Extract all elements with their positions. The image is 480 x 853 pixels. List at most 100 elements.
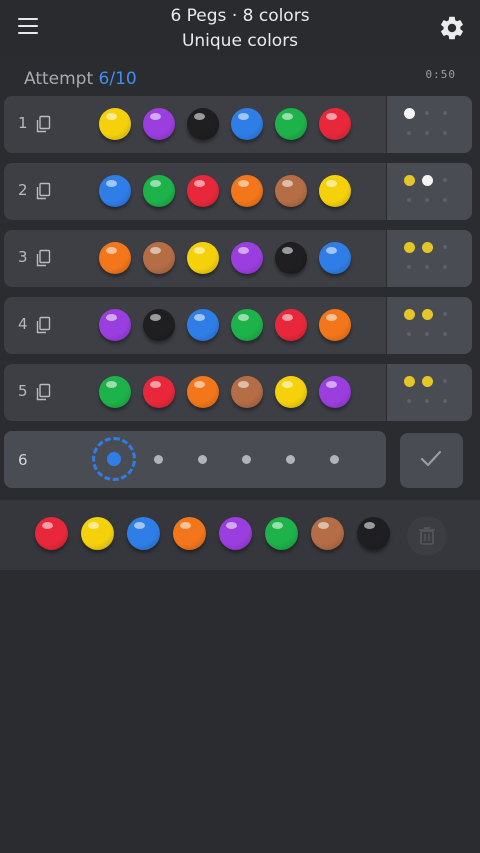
feedback-correct-peg	[422, 309, 433, 320]
feedback-panel	[386, 230, 472, 287]
feedback-correct-peg	[404, 242, 415, 253]
palette-peg-purple[interactable]	[219, 517, 252, 550]
peg-red	[319, 108, 351, 140]
feedback-empty-slot	[443, 379, 447, 383]
attempt-count: 6/10	[98, 69, 137, 89]
peg-brown	[143, 242, 175, 274]
guess-slot[interactable]	[197, 454, 207, 464]
peg-red	[143, 376, 175, 408]
palette-peg-orange[interactable]	[173, 517, 206, 550]
feedback-correct-peg	[422, 242, 433, 253]
feedback-empty-slot	[425, 332, 429, 336]
peg-purple	[143, 108, 175, 140]
feedback-correct-peg	[404, 376, 415, 387]
peg-green	[231, 309, 263, 341]
feedback-empty-slot	[443, 312, 447, 316]
row-number: 6	[18, 451, 28, 469]
feedback-panel	[386, 364, 472, 421]
feedback-empty-slot	[443, 131, 447, 135]
timer: 0:50	[425, 68, 456, 81]
copy-icon[interactable]	[34, 383, 52, 401]
row-number: 3	[18, 248, 28, 266]
palette-peg-brown[interactable]	[311, 517, 344, 550]
feedback-empty-slot	[443, 178, 447, 182]
palette-peg-green[interactable]	[265, 517, 298, 550]
submit-guess-button[interactable]	[400, 433, 463, 488]
feedback-correct-peg	[422, 376, 433, 387]
peg-brown	[275, 175, 307, 207]
row-number: 4	[18, 315, 28, 333]
attempt-indicator: Attempt 6/10	[24, 69, 137, 89]
guess-row: 4	[4, 297, 472, 354]
current-guess-row: 6	[4, 431, 386, 488]
peg-purple	[319, 376, 351, 408]
peg-red	[275, 309, 307, 341]
feedback-panel	[386, 163, 472, 220]
peg-purple	[231, 242, 263, 274]
peg-purple	[99, 309, 131, 341]
guess-row: 3	[4, 230, 472, 287]
attempt-label: Attempt	[24, 69, 94, 89]
peg-orange	[99, 242, 131, 274]
guess-slot-selected[interactable]	[107, 452, 121, 466]
row-number: 5	[18, 382, 28, 400]
feedback-misplaced-peg	[404, 108, 415, 119]
guess-slot[interactable]	[153, 454, 163, 464]
copy-icon[interactable]	[34, 182, 52, 200]
feedback-panel	[386, 297, 472, 354]
peg-blue	[231, 108, 263, 140]
feedback-empty-slot	[425, 198, 429, 202]
row-number: 1	[18, 114, 28, 132]
palette-peg-red[interactable]	[35, 517, 68, 550]
feedback-empty-slot	[425, 399, 429, 403]
peg-brown	[231, 376, 263, 408]
peg-yellow	[319, 175, 351, 207]
peg-orange	[319, 309, 351, 341]
guess-row: 1	[4, 96, 472, 153]
feedback-empty-slot	[443, 399, 447, 403]
guess-slot[interactable]	[285, 454, 295, 464]
guess-slot[interactable]	[241, 454, 251, 464]
peg-green	[99, 376, 131, 408]
game-title: 6 Pegs · 8 colors	[170, 6, 310, 26]
copy-icon[interactable]	[34, 316, 52, 334]
feedback-misplaced-peg	[422, 175, 433, 186]
peg-blue	[319, 242, 351, 274]
guess-row: 5	[4, 364, 472, 421]
palette-peg-blue[interactable]	[127, 517, 160, 550]
feedback-empty-slot	[425, 111, 429, 115]
peg-yellow	[187, 242, 219, 274]
peg-orange	[187, 376, 219, 408]
peg-yellow	[99, 108, 131, 140]
feedback-empty-slot	[407, 332, 411, 336]
game-mode: Unique colors	[181, 31, 299, 51]
gear-icon[interactable]	[438, 14, 466, 42]
feedback-empty-slot	[407, 399, 411, 403]
peg-black	[187, 108, 219, 140]
peg-blue	[187, 309, 219, 341]
feedback-empty-slot	[407, 131, 411, 135]
row-number: 2	[18, 181, 28, 199]
feedback-correct-peg	[404, 175, 415, 186]
guess-slot[interactable]	[329, 454, 339, 464]
peg-orange	[231, 175, 263, 207]
feedback-correct-peg	[404, 309, 415, 320]
top-bar: 6 Pegs · 8 colors Unique colors	[0, 0, 480, 57]
feedback-panel	[386, 96, 472, 153]
feedback-empty-slot	[443, 332, 447, 336]
palette-peg-black[interactable]	[357, 517, 390, 550]
feedback-empty-slot	[425, 131, 429, 135]
feedback-empty-slot	[407, 265, 411, 269]
peg-blue	[99, 175, 131, 207]
copy-icon[interactable]	[34, 115, 52, 133]
check-icon	[420, 450, 442, 467]
peg-yellow	[275, 376, 307, 408]
copy-icon[interactable]	[34, 249, 52, 267]
feedback-empty-slot	[443, 265, 447, 269]
feedback-empty-slot	[443, 111, 447, 115]
peg-black	[275, 242, 307, 274]
peg-black	[143, 309, 175, 341]
palette-peg-yellow[interactable]	[81, 517, 114, 550]
trash-icon[interactable]	[407, 516, 447, 556]
peg-red	[187, 175, 219, 207]
